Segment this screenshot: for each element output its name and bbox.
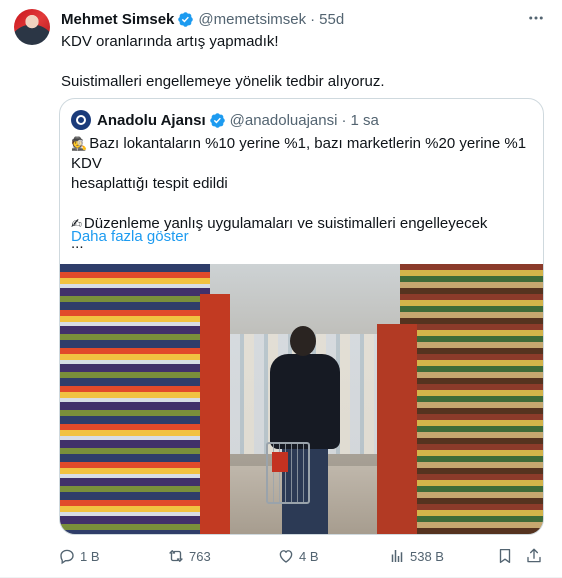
show-more-link[interactable]: Daha fazla göster: [71, 228, 189, 245]
heart-icon: [279, 550, 293, 563]
right-shelf-end: [377, 324, 417, 534]
like-count: 4 B: [299, 548, 319, 564]
tweet-timestamp[interactable]: 55d: [319, 11, 344, 28]
separator-dot: ·: [341, 111, 347, 129]
tweet: Mehmet Simsek @memetsimsek · 55d KDV ora…: [0, 0, 562, 578]
author-handle[interactable]: @memetsimsek: [198, 11, 306, 28]
reply-button[interactable]: 1 B: [58, 547, 100, 565]
share-icon: [527, 548, 541, 563]
retweet-button[interactable]: 763: [167, 547, 211, 565]
quoted-text-line: hesaplattığı tespit edildi: [71, 175, 228, 192]
separator-dot: ·: [310, 10, 316, 28]
left-shelf: [60, 264, 210, 534]
shopper-body: [270, 354, 340, 449]
verified-badge-icon: [178, 11, 194, 27]
retweet-count: 763: [189, 548, 211, 564]
share-button[interactable]: [525, 547, 543, 565]
reply-icon: [60, 549, 74, 565]
verified-badge-icon: [209, 112, 225, 128]
quoted-author-handle[interactable]: @anadoluajansi: [230, 112, 338, 129]
right-shelf: [400, 264, 543, 534]
tweet-text-line: Suistimalleri engellemeye yönelik tedbir…: [61, 73, 385, 90]
bookmark-icon: [499, 548, 511, 564]
quoted-text-line: 🕵 Bazı lokantaların %10 yerine %1, bazı m…: [71, 135, 527, 172]
reply-count: 1 B: [80, 548, 100, 564]
retweet-icon: [169, 550, 183, 562]
quoted-author-avatar[interactable]: [71, 110, 91, 130]
bookmark-button[interactable]: [496, 547, 514, 565]
supermarket-aisle-photo[interactable]: [60, 264, 543, 534]
tweet-actions-bar: 1 B 763 4 B 538 B: [58, 546, 548, 566]
quoted-tweet-card[interactable]: Anadolu Ajansı @anadoluajansi · 1 sa 🕵 Ba…: [59, 98, 544, 535]
detective-emoji-icon: 🕵: [71, 136, 88, 151]
more-options-icon[interactable]: [524, 8, 548, 28]
view-count: 538 B: [410, 548, 444, 564]
author-display-name[interactable]: Mehmet Simsek: [61, 11, 174, 28]
views-chart-icon: [391, 550, 403, 562]
author-avatar[interactable]: [14, 9, 50, 45]
left-shelf-end: [200, 294, 230, 534]
views-button[interactable]: 538 B: [388, 547, 444, 565]
like-button[interactable]: 4 B: [277, 547, 319, 565]
tweet-text-line: KDV oranlarında artış yapmadık!: [61, 33, 279, 50]
quoted-tweet-timestamp[interactable]: 1 sa: [350, 112, 378, 129]
shopper-head: [290, 326, 316, 356]
cart-item: [272, 452, 288, 472]
quoted-author-display-name[interactable]: Anadolu Ajansı: [97, 112, 206, 129]
tweet-header: Mehmet Simsek @memetsimsek · 55d: [61, 9, 522, 29]
quoted-tweet-header: Anadolu Ajansı @anadoluajansi · 1 sa: [71, 110, 379, 130]
